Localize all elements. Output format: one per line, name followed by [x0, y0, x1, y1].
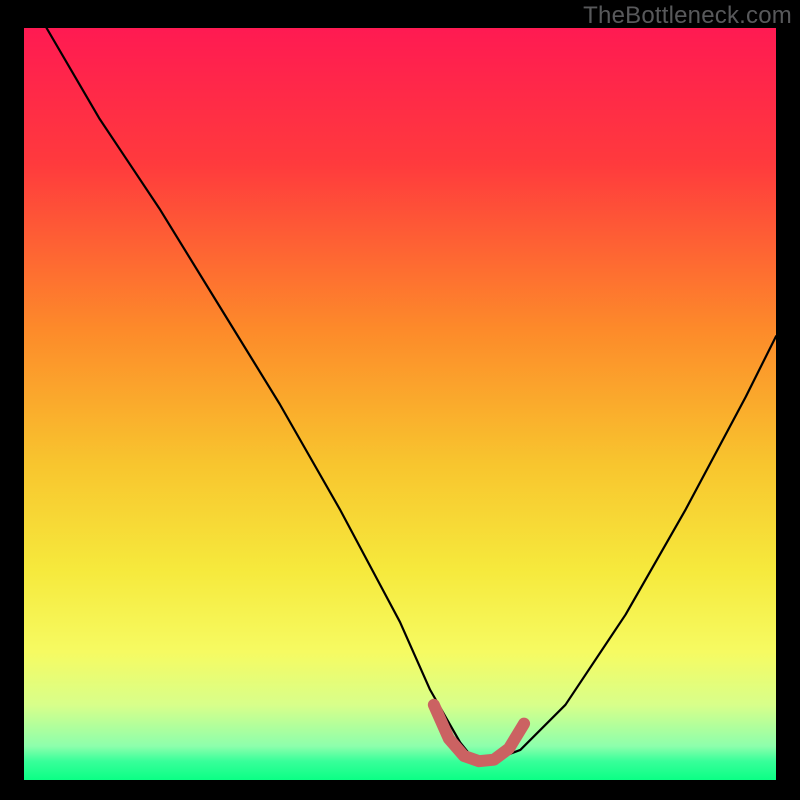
plot-area [24, 28, 776, 780]
plot-svg [24, 28, 776, 780]
watermark-text: TheBottleneck.com [583, 2, 792, 30]
chart-canvas: TheBottleneck.com [0, 0, 800, 800]
gradient-background [24, 28, 776, 780]
